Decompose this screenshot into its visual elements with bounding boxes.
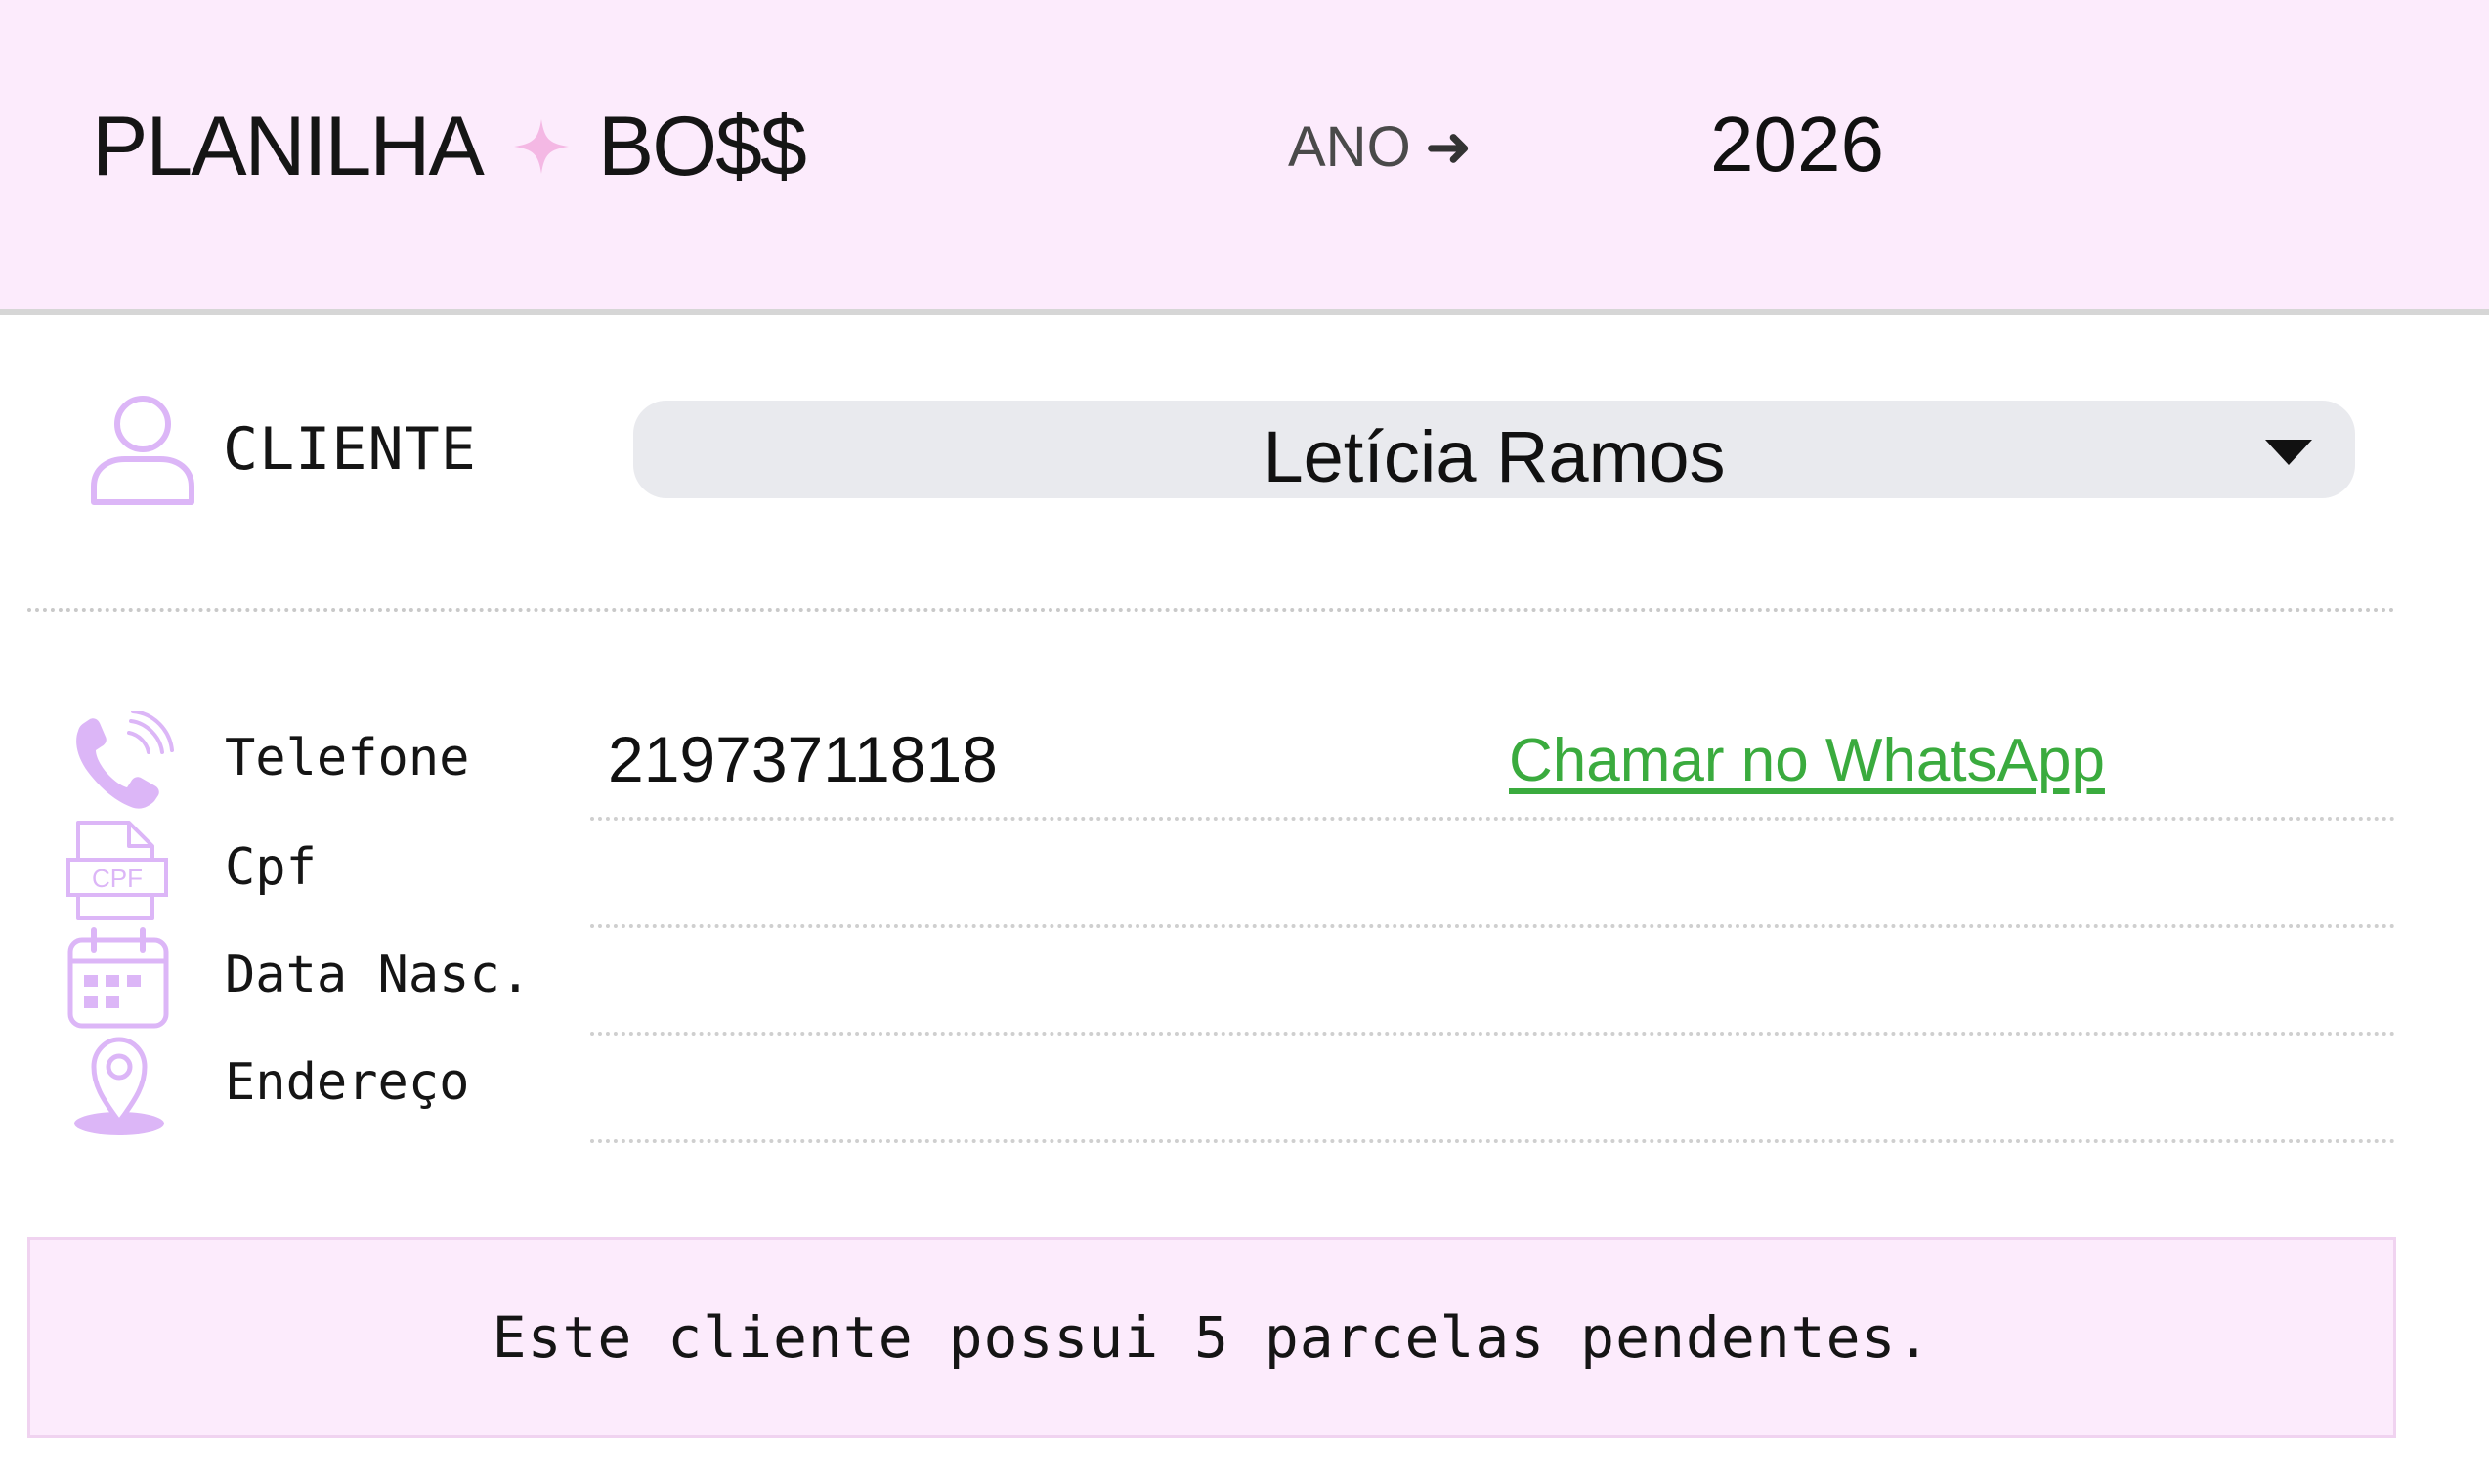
cpf-label: Cpf [225,838,317,897]
data-nasc-label: Data Nasc. [225,946,532,1004]
brand-right-word: BO$$ [597,100,807,193]
data-nasc-field-line [590,1032,2396,1036]
arrow-right-icon: ➜ [1424,115,1473,179]
telefone-value[interactable]: 21973711818 [608,727,998,791]
endereco-field-line [590,1139,2396,1143]
year-label-text: ANO [1288,115,1411,179]
year-label: ANO ➜ [1288,119,1472,176]
map-pin-icon [74,1037,164,1135]
year-value-field[interactable]: 2026 [1710,106,1884,184]
caret-down-icon [2265,440,2312,465]
client-sheet-app: PLANILHA BO$$ ANO ➜ 2026 CLIENTE Letícia … [0,0,2489,1484]
client-select-dropdown[interactable]: Letícia Ramos [633,401,2355,498]
pending-installments-notice: Este cliente possui 5 parcelas pendentes… [27,1237,2396,1438]
svg-text:CPF: CPF [92,864,143,893]
calendar-icon [67,927,169,1029]
cpf-field-line [590,924,2396,928]
whatsapp-link[interactable]: Chamar no WhatsApp [1509,731,2105,791]
notice-text: Este cliente possui 5 parcelas pendentes… [492,1304,1932,1371]
brand-logo: PLANILHA BO$$ [92,98,807,195]
sparkle-icon [513,119,569,174]
client-label: CLIENTE [223,415,477,484]
brand-left-word: PLANILHA [92,100,485,193]
telefone-label: Telefone [225,729,470,787]
header-bar: PLANILHA BO$$ ANO ➜ 2026 [0,0,2489,315]
endereco-label: Endereço [225,1053,470,1112]
user-outline-icon [91,396,194,505]
cpf-document-icon: CPF [66,821,168,920]
client-selected-name: Letícia Ramos [1263,416,1726,497]
telefone-field-line [590,817,2396,821]
phone-ringing-icon [76,711,174,809]
section-divider [27,608,2396,612]
